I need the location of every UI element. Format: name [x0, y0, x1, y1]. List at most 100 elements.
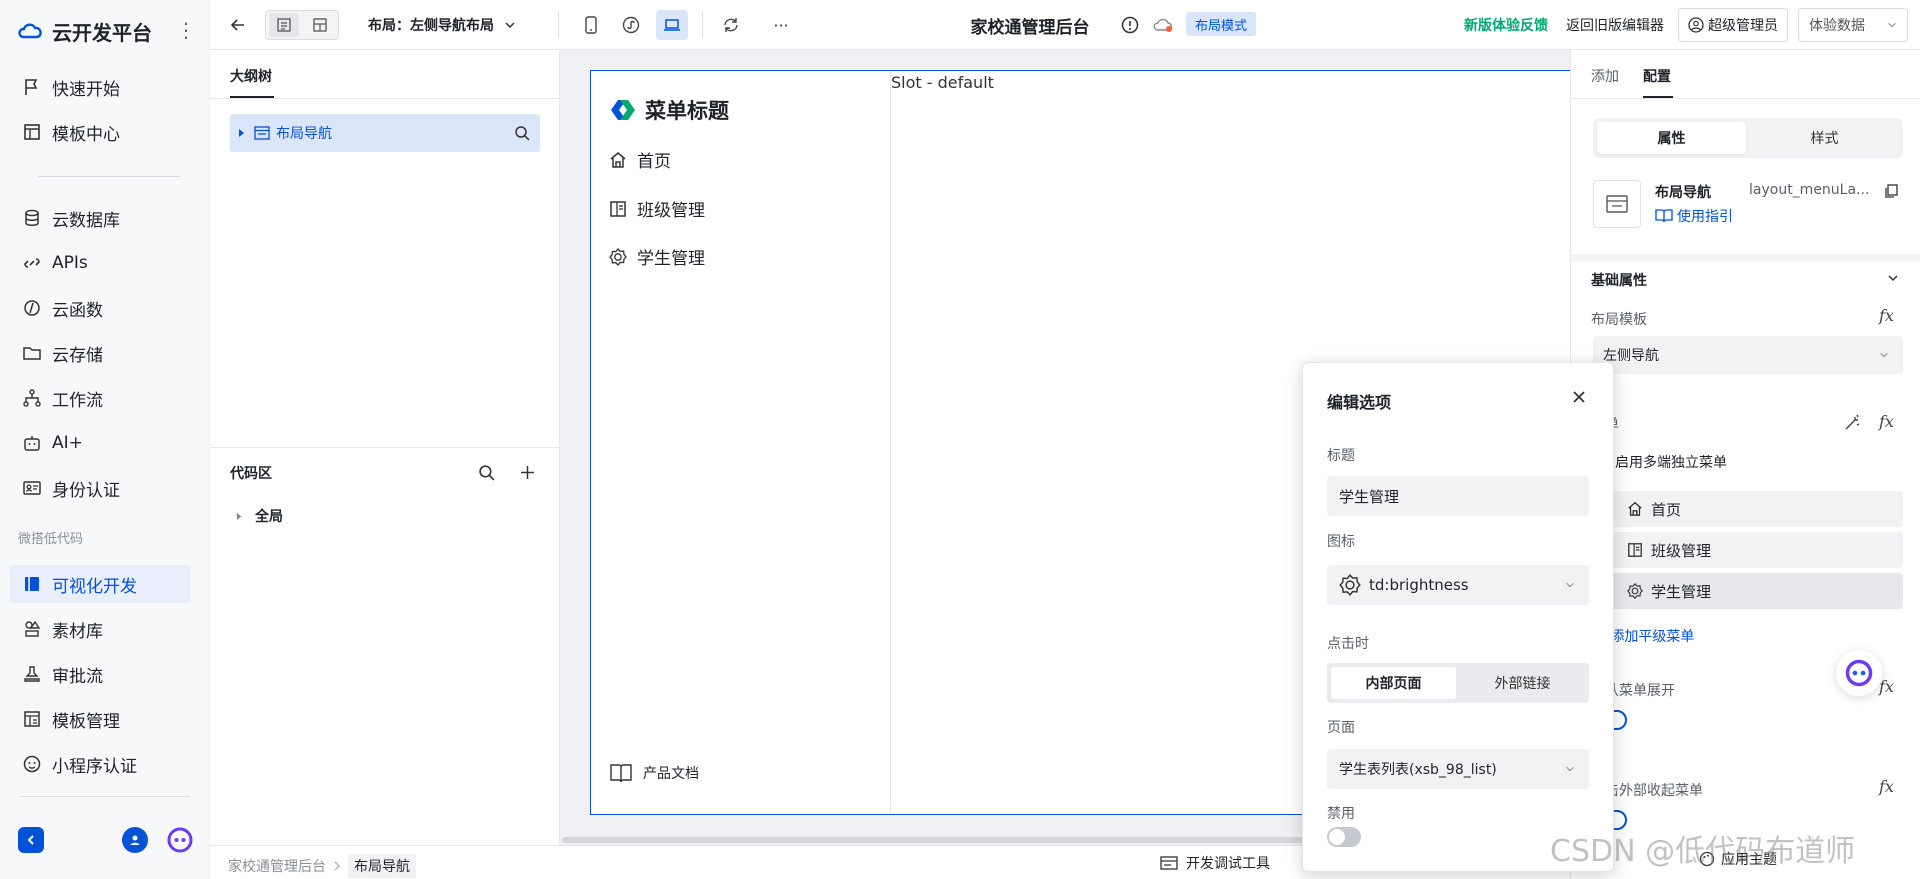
brightness-icon — [609, 247, 627, 266]
layout-select[interactable]: 布局：左侧导航布局 — [368, 10, 548, 40]
magic-wand-icon[interactable] — [1843, 414, 1861, 432]
nav-item-template-manage[interactable]: 模板管理 — [10, 700, 190, 738]
menu-item-home[interactable]: 首页 — [609, 147, 671, 172]
menu-item-class[interactable]: 班级管理 — [609, 196, 705, 221]
fx-icon[interactable]: fx — [1879, 777, 1894, 796]
nav-item-visual-dev[interactable]: 可视化开发 — [10, 565, 190, 603]
seg-styles[interactable]: 样式 — [1750, 122, 1899, 154]
close-icon[interactable] — [1573, 391, 1585, 403]
user-menu-button[interactable]: 超级管理员 — [1678, 8, 1788, 42]
robot-icon — [20, 431, 44, 455]
nav-label: 小程序认证 — [52, 756, 137, 777]
chevron-down-icon — [1566, 582, 1574, 588]
mini-program-preview-button[interactable] — [616, 10, 646, 40]
menu-item-student[interactable]: 学生管理 — [609, 244, 705, 269]
chevron-down-icon[interactable] — [1887, 272, 1899, 284]
brightness-icon — [1627, 583, 1643, 599]
usage-guide-link[interactable]: 使用指引 — [1655, 206, 1733, 226]
nav-item-functions[interactable]: 云函数 — [10, 289, 190, 327]
disabled-switch[interactable] — [1327, 827, 1361, 847]
page-select-value: 学生表列表(xsb_98_list) — [1339, 762, 1497, 778]
copy-icon[interactable] — [1883, 183, 1899, 199]
layout-icon — [313, 18, 327, 32]
section-basic-props[interactable]: 基础属性 — [1591, 270, 1647, 290]
icon-select[interactable]: td:brightness — [1327, 565, 1589, 605]
terminal-icon — [1160, 856, 1178, 870]
nav-item-quick-start[interactable]: 快速开始 — [10, 68, 190, 106]
nav-item-assets[interactable]: 素材库 — [10, 610, 190, 648]
assistant-button[interactable] — [167, 827, 193, 853]
nav-item-database[interactable]: 云数据库 — [10, 199, 190, 237]
cloud-logo-icon — [18, 23, 42, 39]
search-icon[interactable] — [478, 464, 495, 481]
info-button[interactable] — [1118, 10, 1142, 40]
nav-item-ai[interactable]: AI+ — [10, 424, 190, 462]
fx-icon[interactable]: fx — [1879, 306, 1894, 325]
visual-dev-icon — [20, 572, 44, 596]
tab-add[interactable]: 添加 — [1591, 66, 1619, 86]
product-docs-link[interactable]: 产品文档 — [609, 762, 699, 784]
page-select[interactable]: 学生表列表(xsb_98_list) — [1327, 749, 1589, 789]
more-menu-icon[interactable]: ⋮ — [176, 18, 196, 42]
layout-component-icon — [254, 126, 270, 140]
menu-item-label: 学生管理 — [637, 249, 705, 269]
menu-row-class[interactable]: 班级管理 — [1593, 532, 1903, 568]
tab-config[interactable]: 配置 — [1643, 66, 1671, 86]
user-avatar-button[interactable] — [122, 827, 148, 853]
feedback-link[interactable]: 新版体验反馈 — [1458, 10, 1554, 40]
seg-properties[interactable]: 属性 — [1597, 122, 1746, 154]
menu-row-student[interactable]: 学生管理 — [1593, 573, 1903, 609]
arrow-left-icon — [230, 19, 244, 31]
title-input[interactable]: 学生管理 — [1327, 476, 1589, 516]
nav-label: 工作流 — [52, 390, 103, 411]
nav-item-auth[interactable]: 身份认证 — [10, 469, 190, 507]
fx-icon[interactable]: fx — [1879, 412, 1894, 431]
tab-outline-tree[interactable]: 大纲树 — [230, 66, 272, 86]
template-manage-icon — [20, 707, 44, 731]
fx-icon[interactable]: fx — [1879, 677, 1894, 696]
brand: 云开发平台 ⋮ — [0, 0, 209, 62]
layout-component-icon — [1606, 195, 1628, 213]
nav-item-apis[interactable]: APIs — [10, 244, 190, 282]
back-old-editor-link[interactable]: 返回旧版编辑器 — [1560, 10, 1670, 40]
code-tree-global[interactable]: 全局 — [236, 506, 283, 526]
tree-node-layout-nav[interactable]: 布局导航 — [230, 114, 540, 152]
nav-item-mini-program[interactable]: 小程序认证 — [10, 745, 190, 783]
nav-item-storage[interactable]: 云存储 — [10, 334, 190, 372]
breadcrumb-item[interactable]: 家校通管理后台 — [228, 856, 326, 876]
stamp-icon — [20, 662, 44, 686]
refresh-button[interactable] — [716, 10, 746, 40]
breadcrumb-item-current[interactable]: 布局导航 — [348, 854, 416, 878]
page-field-label: 页面 — [1327, 720, 1355, 736]
nav-item-approval[interactable]: 审批流 — [10, 655, 190, 693]
ai-assistant-fab[interactable] — [1836, 650, 1882, 696]
layout-view-button[interactable] — [305, 13, 335, 37]
dev-tools-button[interactable]: 开发调试工具 — [1160, 853, 1270, 873]
option-internal-page[interactable]: 内部页面 — [1331, 667, 1456, 699]
mobile-preview-button[interactable] — [576, 10, 606, 40]
nav-label: 模板中心 — [52, 124, 120, 145]
more-actions-button[interactable]: ··· — [766, 10, 796, 40]
nav-item-workflow[interactable]: 工作流 — [10, 379, 190, 417]
nav-label: 模板管理 — [52, 711, 120, 732]
data-env-select[interactable]: 体验数据 — [1798, 8, 1908, 42]
laptop-icon — [664, 19, 680, 31]
nav-item-template-center[interactable]: 模板中心 — [10, 113, 190, 151]
product-docs-label: 产品文档 — [643, 766, 699, 782]
disabled-field-label: 禁用 — [1327, 806, 1355, 822]
back-button[interactable] — [224, 10, 252, 40]
desktop-preview-button[interactable] — [656, 10, 688, 40]
outline-view-button[interactable] — [269, 13, 299, 37]
plus-icon[interactable] — [520, 465, 535, 480]
mobile-icon — [585, 16, 597, 34]
option-external-link[interactable]: 外部链接 — [1460, 667, 1585, 699]
chevron-left-icon — [27, 835, 34, 845]
layout-template-select[interactable]: 左侧导航 — [1593, 336, 1903, 374]
search-icon[interactable] — [514, 125, 530, 141]
database-icon — [20, 206, 44, 230]
menu-row-home[interactable]: 首页 — [1593, 491, 1903, 527]
layout-template-value: 左侧导航 — [1603, 348, 1659, 364]
data-env-value: 体验数据 — [1809, 18, 1865, 34]
book-icon — [1628, 543, 1642, 557]
collapse-nav-button[interactable] — [18, 827, 44, 853]
